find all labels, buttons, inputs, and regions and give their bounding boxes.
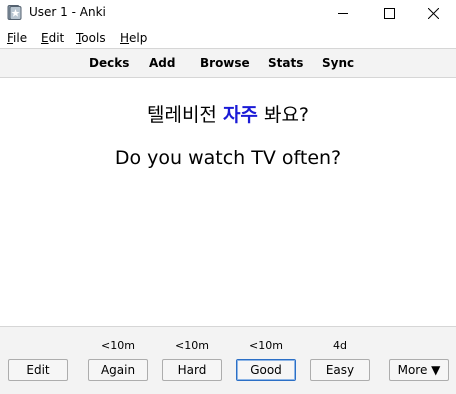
menu-help-mnemonic: H xyxy=(120,31,130,45)
good-interval: <10m xyxy=(249,339,283,352)
toolbar-stats-link[interactable]: Stats xyxy=(268,56,303,70)
menu-file[interactable]: File xyxy=(7,31,27,45)
good-button[interactable]: Good xyxy=(236,359,296,381)
easy-button[interactable]: Easy xyxy=(310,359,370,381)
again-interval: <10m xyxy=(101,339,135,352)
menu-help-label: elp xyxy=(129,31,148,45)
hard-button[interactable]: Hard xyxy=(162,359,222,381)
main-toolbar: Decks Add Browse Stats Sync xyxy=(0,48,456,78)
toolbar-add-link[interactable]: Add xyxy=(149,56,175,70)
again-button[interactable]: Again xyxy=(88,359,148,381)
card-view: 텔레비전 자주 봐요? Do you watch TV often? xyxy=(0,79,456,326)
menu-edit[interactable]: Edit xyxy=(41,31,64,45)
minimize-icon xyxy=(338,13,348,14)
toolbar-browse-link[interactable]: Browse xyxy=(200,56,250,70)
card-back: Do you watch TV often? xyxy=(114,147,342,169)
close-icon xyxy=(427,7,439,19)
menu-file-label: ile xyxy=(13,31,28,45)
card-front-text-after: 봐요? xyxy=(257,104,310,126)
hard-interval: <10m xyxy=(175,339,209,352)
review-bar: <10m <10m <10m 4d Edit Again Hard Good E… xyxy=(0,326,456,394)
maximize-button[interactable] xyxy=(366,0,412,26)
toolbar-sync-link[interactable]: Sync xyxy=(322,56,354,70)
minimize-button[interactable] xyxy=(320,0,366,26)
toolbar-decks-link[interactable]: Decks xyxy=(89,56,129,70)
menu-edit-mnemonic: E xyxy=(41,31,49,45)
close-button[interactable] xyxy=(410,0,456,26)
menu-tools-label: ools xyxy=(81,31,106,45)
menu-tools[interactable]: Tools xyxy=(76,31,106,45)
menu-bar: File Edit Tools Help xyxy=(0,29,456,48)
card-front: 텔레비전 자주 봐요? xyxy=(0,100,456,127)
maximize-icon xyxy=(383,7,395,19)
card-front-highlight: 자주 xyxy=(222,104,258,126)
window-title: User 1 - Anki xyxy=(29,5,106,19)
easy-interval: 4d xyxy=(333,339,347,352)
menu-edit-label: dit xyxy=(48,31,65,45)
edit-button[interactable]: Edit xyxy=(8,359,68,381)
anki-star-icon xyxy=(7,5,22,20)
menu-help[interactable]: Help xyxy=(120,31,147,45)
title-bar: User 1 - Anki xyxy=(0,0,456,26)
more-button[interactable]: More ▼ xyxy=(389,359,449,381)
card-front-text-before: 텔레비전 xyxy=(146,104,223,126)
